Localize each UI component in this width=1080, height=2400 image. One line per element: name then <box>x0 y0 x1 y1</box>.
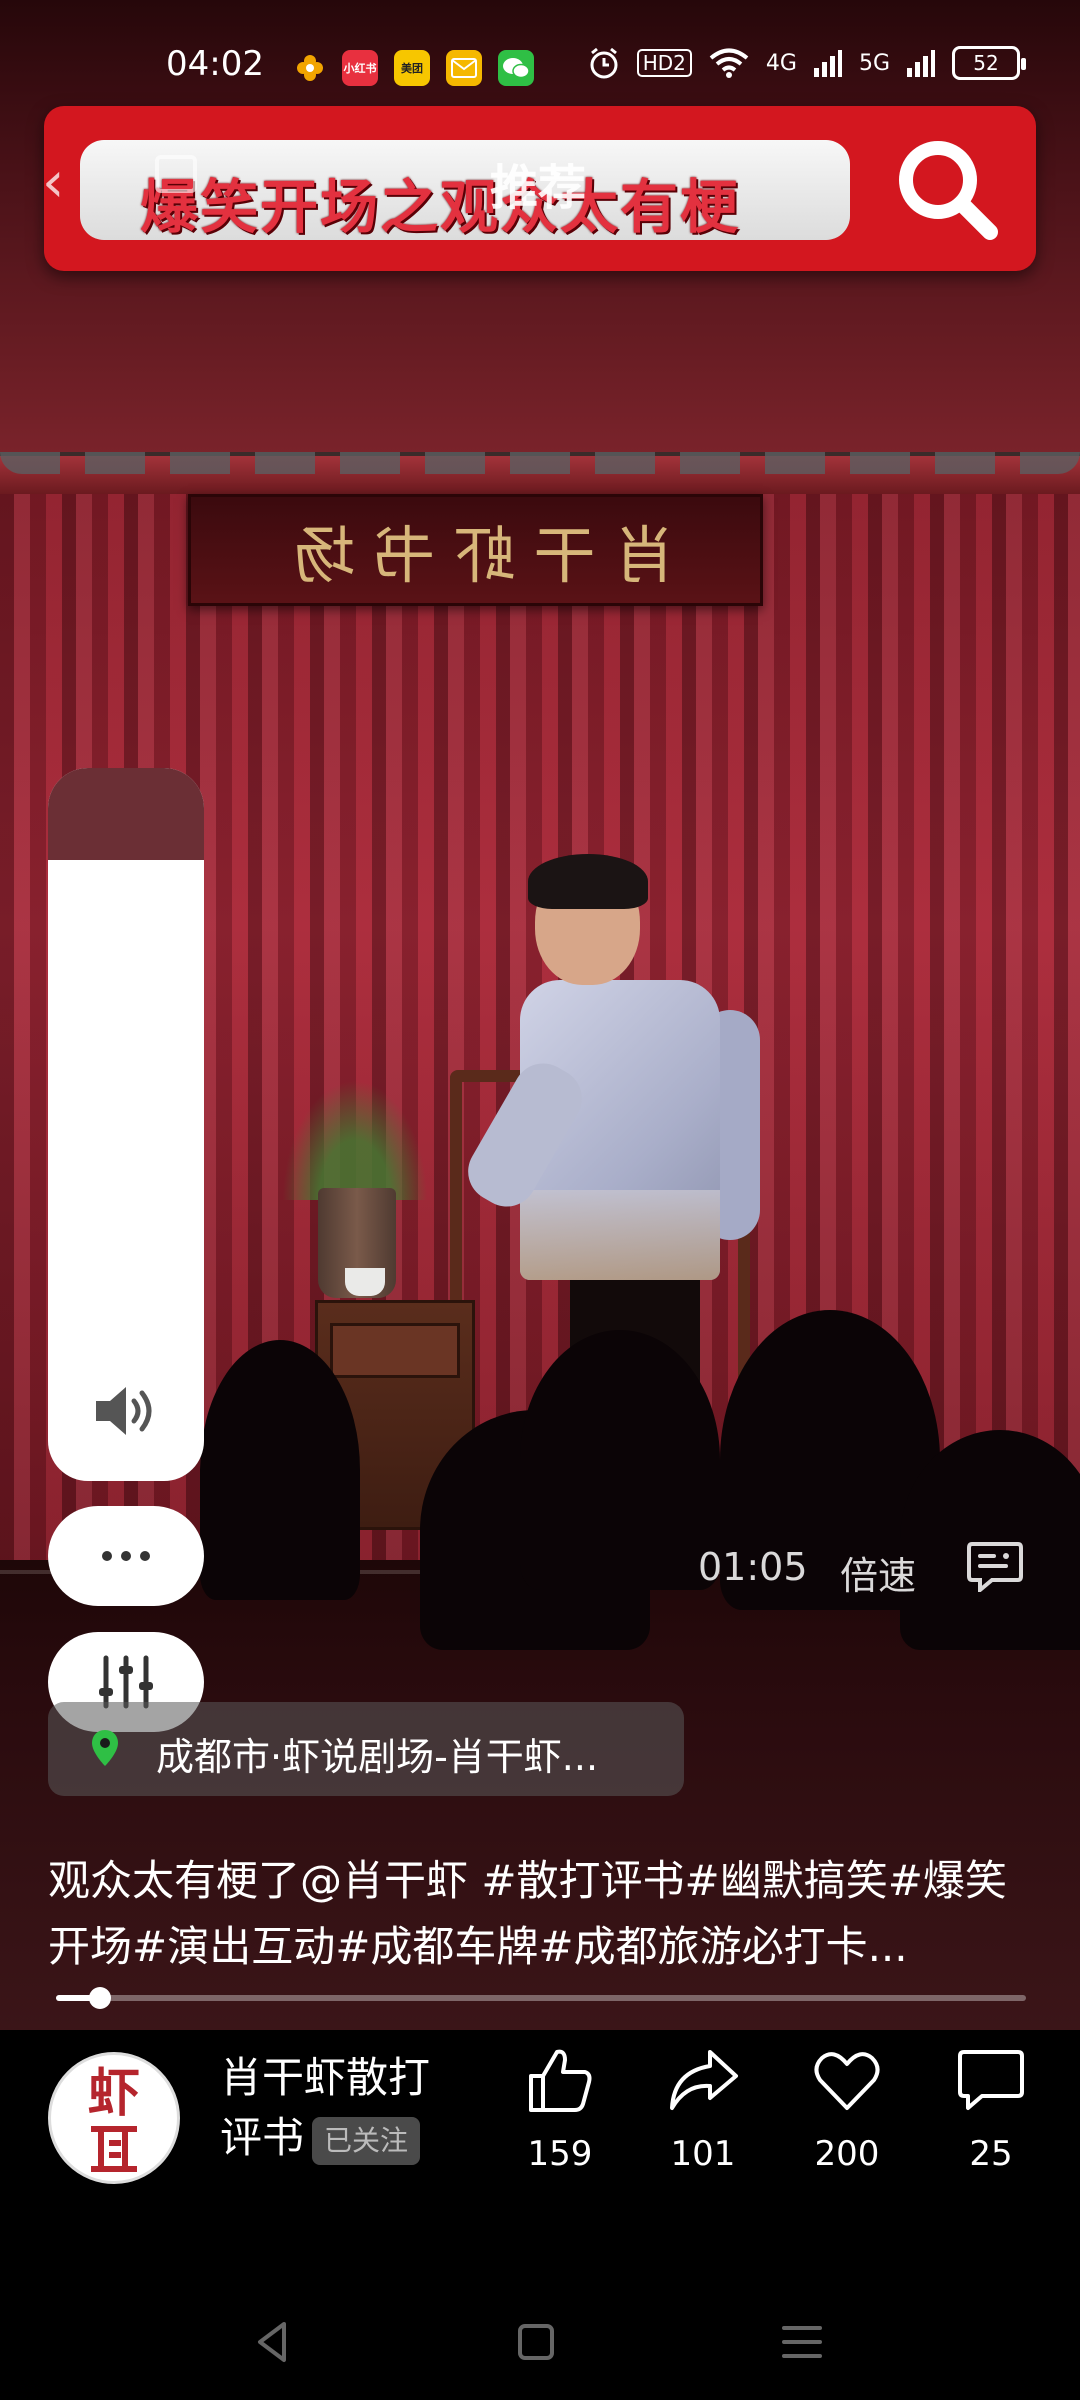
location-chip[interactable]: 成都市·虾说剧场-肖干虾... <box>48 1702 684 1796</box>
location-pin-icon <box>92 1730 118 1766</box>
mail-icon <box>446 50 482 86</box>
share-button[interactable]: 101 <box>638 2044 768 2174</box>
stage-plaque: 肖干虾书场 <box>188 494 763 606</box>
nav-back-icon[interactable] <box>244 2312 304 2372</box>
share-count: 101 <box>670 2134 736 2174</box>
wifi-icon <box>709 48 749 78</box>
comment-count: 25 <box>969 2134 1013 2174</box>
heart-icon <box>814 2052 880 2110</box>
audience-silhouette <box>200 1340 360 1600</box>
flower-icon <box>292 50 328 86</box>
battery-level: 52 <box>973 51 999 75</box>
video-description[interactable]: 观众太有梗了@肖干虾 #散打评书#幽默搞笑#爆笑 开场#演出互动#成都车牌#成都… <box>48 1848 1048 1980</box>
playback-speed-button[interactable]: 倍速 <box>840 1545 916 1600</box>
comment-button[interactable]: 25 <box>926 2044 1056 2174</box>
video-elapsed-time: 01:05 <box>698 1545 808 1589</box>
author-name-line-2: 评书 <box>220 2113 305 2162</box>
back-chevron-icon[interactable]: ‹ <box>42 150 64 215</box>
avatar[interactable]: 虾 <box>48 2052 180 2184</box>
volume-slider[interactable] <box>48 768 204 1481</box>
more-button[interactable] <box>48 1506 204 1606</box>
tea-cup <box>345 1268 385 1296</box>
video-progress-handle[interactable] <box>88 1987 111 2009</box>
status-time: 04:02 <box>166 44 264 84</box>
more-dots-icon <box>102 1551 150 1561</box>
author-name[interactable]: 肖干虾散打 评书 已关注 <box>220 2048 460 2168</box>
network-5g-label: 5G <box>858 50 890 76</box>
window-icon[interactable] <box>155 155 197 193</box>
thumbs-up-icon <box>529 2049 592 2112</box>
video-progress-bar[interactable] <box>56 1987 1026 2009</box>
avatar-text: 虾 <box>87 2064 140 2124</box>
follow-status-badge[interactable]: 已关注 <box>312 2116 421 2165</box>
status-icons: HD2 4G 5G 52 <box>587 46 1026 80</box>
avatar-logo-mark <box>91 2126 137 2172</box>
signal-5g-icon <box>907 50 935 77</box>
potted-plant <box>270 1060 440 1200</box>
xiaohongshu-icon: 小红书 <box>342 50 378 86</box>
battery-icon: 52 <box>952 46 1026 80</box>
wechat-icon <box>498 50 534 86</box>
network-4g-label: 4G <box>765 50 797 76</box>
favorite-button[interactable]: 200 <box>782 2044 912 2174</box>
nav-menu-icon[interactable] <box>772 2312 832 2372</box>
search-icon[interactable] <box>886 128 1006 248</box>
hd-badge: HD2 <box>636 49 692 77</box>
location-text: 成都市·虾说剧场-肖干虾... <box>156 1735 599 1779</box>
alarm-icon <box>590 47 618 79</box>
like-button[interactable]: 159 <box>495 2044 625 2174</box>
comment-icon <box>958 2050 1024 2110</box>
meituan-icon: 美团 <box>394 50 430 86</box>
signal-icon <box>813 50 842 77</box>
description-line-1: 观众太有梗了@肖干虾 #散打评书#幽默搞笑#爆笑 <box>48 1856 1007 1905</box>
volume-slider-empty <box>48 768 204 860</box>
description-line-2: 开场#演出互动#成都车牌#成都旅游必打卡... <box>48 1922 908 1971</box>
danmaku-icon[interactable] <box>966 1540 1024 1592</box>
tab-recommend[interactable]: 推荐 <box>490 148 586 218</box>
audience-silhouette <box>520 1330 720 1590</box>
performer <box>457 854 780 1390</box>
nav-home-icon[interactable] <box>506 2312 566 2372</box>
share-icon <box>670 2050 738 2110</box>
like-count: 159 <box>527 2134 593 2174</box>
favorite-count: 200 <box>814 2134 880 2174</box>
speaker-icon[interactable] <box>92 1381 162 1441</box>
author-name-line-1: 肖干虾散打 <box>220 2053 431 2102</box>
stage-plaque-text: 肖干虾书场 <box>275 519 676 592</box>
stage-cornice-tiles <box>0 452 1080 474</box>
